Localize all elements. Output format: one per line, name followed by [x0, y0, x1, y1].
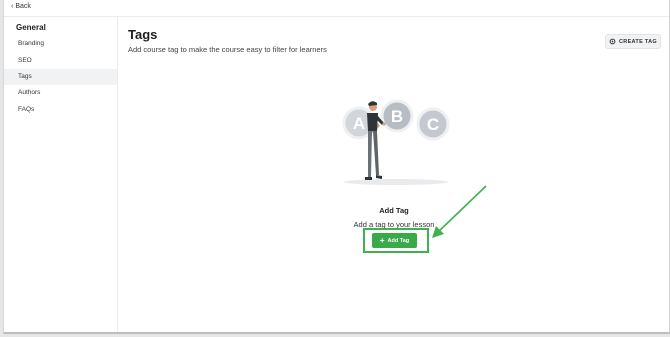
- sidebar-item-faqs[interactable]: FAQs: [4, 102, 117, 118]
- page-subtitle: Add course tag to make the course easy t…: [128, 45, 327, 54]
- back-link[interactable]: ‹ Back: [11, 3, 31, 10]
- plus-icon: +: [379, 235, 385, 245]
- add-tag-button[interactable]: + Add Tag: [372, 233, 417, 248]
- page-title: Tags: [128, 27, 158, 42]
- create-tag-label: CREATE TAG: [619, 38, 657, 45]
- create-tag-button[interactable]: CREATE TAG: [605, 34, 661, 49]
- illustration-letter-b: B: [391, 107, 403, 126]
- sidebar-item-tags[interactable]: Tags: [4, 69, 117, 85]
- gear-icon: [609, 38, 616, 45]
- sidebar-item-seo[interactable]: SEO: [4, 53, 117, 69]
- sidebar-item-authors[interactable]: Authors: [4, 85, 117, 101]
- back-label: Back: [15, 3, 31, 10]
- add-tag-label: Add Tag: [387, 237, 410, 244]
- illustration-letter-c: C: [427, 115, 439, 134]
- chevron-left-icon: ‹: [11, 3, 14, 10]
- annotation-arrow-icon: [432, 185, 487, 238]
- illustration-letter-a: A: [353, 114, 365, 133]
- app-window: ‹ Back General Branding SEO Tags Authors…: [3, 0, 670, 334]
- sidebar: General Branding SEO Tags Authors FAQs: [4, 17, 118, 332]
- tags-illustration: A C B: [342, 99, 450, 185]
- sidebar-item-branding[interactable]: Branding: [4, 36, 117, 52]
- sidebar-heading: General: [16, 23, 46, 32]
